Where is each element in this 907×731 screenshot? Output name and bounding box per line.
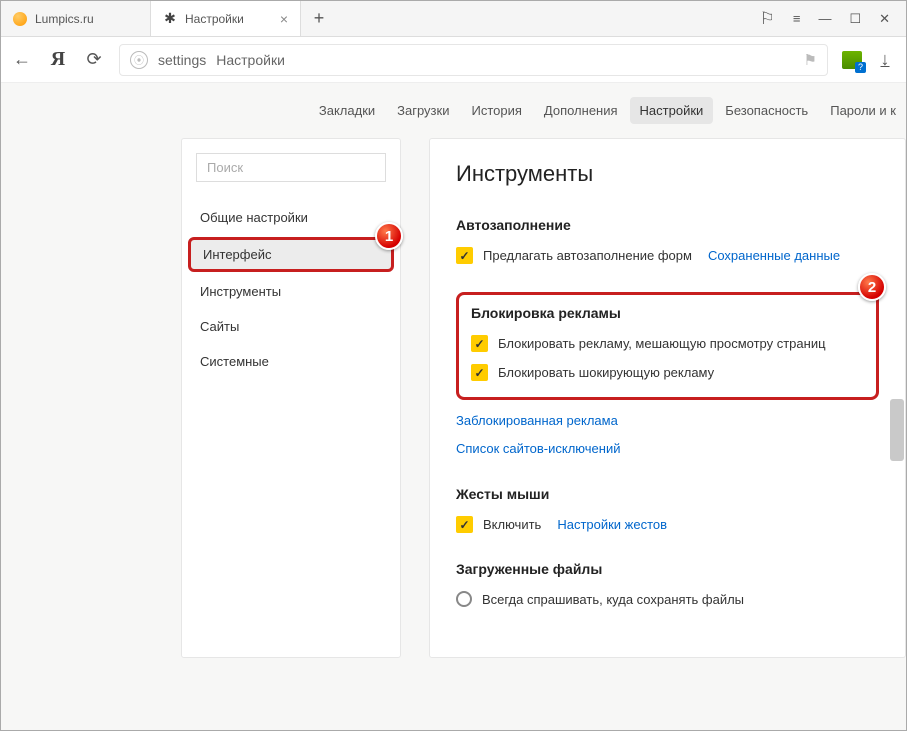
minimize-icon[interactable]: — bbox=[818, 11, 831, 26]
browser-titlebar: Lumpics.ru Настройки × + ⚐ ≡ — ☐ ✕ bbox=[1, 1, 906, 37]
topnav-settings[interactable]: Настройки bbox=[630, 97, 714, 124]
yandex-home-button[interactable]: Я bbox=[47, 48, 69, 71]
tab-settings[interactable]: Настройки × bbox=[151, 1, 301, 36]
tab-strip: Lumpics.ru Настройки × + bbox=[1, 1, 744, 36]
section-gestures: Жесты мыши Включить Настройки жестов bbox=[456, 486, 879, 533]
downloads-icon[interactable]: ↓ bbox=[874, 49, 896, 70]
radio-always-ask[interactable] bbox=[456, 591, 472, 607]
sidebar-item-tools[interactable]: Инструменты bbox=[182, 274, 400, 309]
sidebar-search-input[interactable]: Поиск bbox=[196, 153, 386, 182]
bookmarks-icon[interactable]: ⚐ bbox=[760, 9, 775, 29]
section-adblock: 2 Блокировка рекламы Блокировать рекламу… bbox=[456, 292, 879, 458]
topnav-security[interactable]: Безопасность bbox=[715, 97, 818, 124]
checkbox-block-shocking[interactable] bbox=[471, 364, 488, 381]
orange-dot-icon bbox=[13, 12, 27, 26]
close-icon[interactable]: × bbox=[280, 11, 288, 27]
section-heading: Автозаполнение bbox=[456, 217, 879, 233]
section-heading: Загруженные файлы bbox=[456, 561, 879, 577]
highlight-box-adblock: 2 Блокировка рекламы Блокировать рекламу… bbox=[456, 292, 879, 400]
sidebar-item-sites[interactable]: Сайты bbox=[182, 309, 400, 344]
annotation-badge-1: 1 bbox=[375, 222, 403, 250]
radio-label: Всегда спрашивать, куда сохранять файлы bbox=[482, 592, 744, 607]
link-gesture-settings[interactable]: Настройки жестов bbox=[557, 517, 667, 532]
settings-topnav: Закладки Загрузки История Дополнения Нас… bbox=[1, 83, 906, 138]
annotation-badge-2: 2 bbox=[858, 273, 886, 301]
topnav-passwords[interactable]: Пароли и к bbox=[820, 97, 906, 124]
gear-icon bbox=[163, 12, 177, 26]
checkbox-gestures-enable[interactable] bbox=[456, 516, 473, 533]
settings-sidebar: Поиск Общие настройки Интерфейс 1 Инстру… bbox=[181, 138, 401, 658]
window-controls: ⚐ ≡ — ☐ ✕ bbox=[744, 9, 906, 29]
checkbox-label: Блокировать шокирующую рекламу bbox=[498, 365, 714, 380]
checkbox-autofill[interactable] bbox=[456, 247, 473, 264]
settings-main: Инструменты Автозаполнение Предлагать ав… bbox=[429, 138, 906, 658]
close-window-icon[interactable]: ✕ bbox=[879, 11, 890, 27]
page-title: Инструменты bbox=[456, 161, 879, 187]
scrollbar[interactable] bbox=[890, 215, 904, 715]
scrollbar-thumb[interactable] bbox=[890, 399, 904, 461]
sidebar-item-label: Интерфейс bbox=[203, 247, 271, 262]
tab-title: Lumpics.ru bbox=[35, 12, 94, 26]
topnav-downloads[interactable]: Загрузки bbox=[387, 97, 459, 124]
address-page: Настройки bbox=[216, 52, 285, 68]
sidebar-item-general[interactable]: Общие настройки bbox=[182, 200, 400, 235]
globe-icon: ⦿ bbox=[130, 51, 148, 69]
checkbox-label: Предлагать автозаполнение форм bbox=[483, 248, 692, 263]
link-exception-sites[interactable]: Список сайтов-исключений bbox=[456, 441, 620, 456]
link-blocked-ads[interactable]: Заблокированная реклама bbox=[456, 413, 618, 428]
section-heading: Блокировка рекламы bbox=[471, 305, 864, 321]
address-bar[interactable]: ⦿ settings Настройки ⚑ bbox=[119, 44, 828, 76]
section-downloads: Загруженные файлы Всегда спрашивать, куд… bbox=[456, 561, 879, 607]
protect-icon[interactable] bbox=[842, 51, 862, 69]
section-heading: Жесты мыши bbox=[456, 486, 879, 502]
new-tab-button[interactable]: + bbox=[301, 1, 337, 36]
link-saved-data[interactable]: Сохраненные данные bbox=[708, 248, 840, 263]
maximize-icon[interactable]: ☐ bbox=[849, 11, 861, 27]
topnav-extensions[interactable]: Дополнения bbox=[534, 97, 628, 124]
topnav-history[interactable]: История bbox=[461, 97, 531, 124]
checkbox-label: Блокировать рекламу, мешающую просмотру … bbox=[498, 336, 826, 351]
bookmark-icon[interactable]: ⚑ bbox=[804, 51, 817, 69]
tab-title: Настройки bbox=[185, 12, 244, 26]
topnav-bookmarks[interactable]: Закладки bbox=[309, 97, 385, 124]
sidebar-item-interface[interactable]: Интерфейс 1 bbox=[188, 237, 394, 272]
tab-lumpics[interactable]: Lumpics.ru bbox=[1, 1, 151, 36]
checkbox-label: Включить bbox=[483, 517, 541, 532]
back-button[interactable]: ← bbox=[11, 49, 33, 70]
sidebar-item-system[interactable]: Системные bbox=[182, 344, 400, 379]
checkbox-block-intrusive[interactable] bbox=[471, 335, 488, 352]
settings-page: Закладки Загрузки История Дополнения Нас… bbox=[1, 83, 906, 730]
address-prefix: settings bbox=[158, 52, 206, 68]
section-autofill: Автозаполнение Предлагать автозаполнение… bbox=[456, 217, 879, 264]
menu-icon[interactable]: ≡ bbox=[793, 11, 801, 26]
reload-button[interactable]: ⟳ bbox=[83, 49, 105, 70]
browser-toolbar: ← Я ⟳ ⦿ settings Настройки ⚑ ↓ bbox=[1, 37, 906, 83]
